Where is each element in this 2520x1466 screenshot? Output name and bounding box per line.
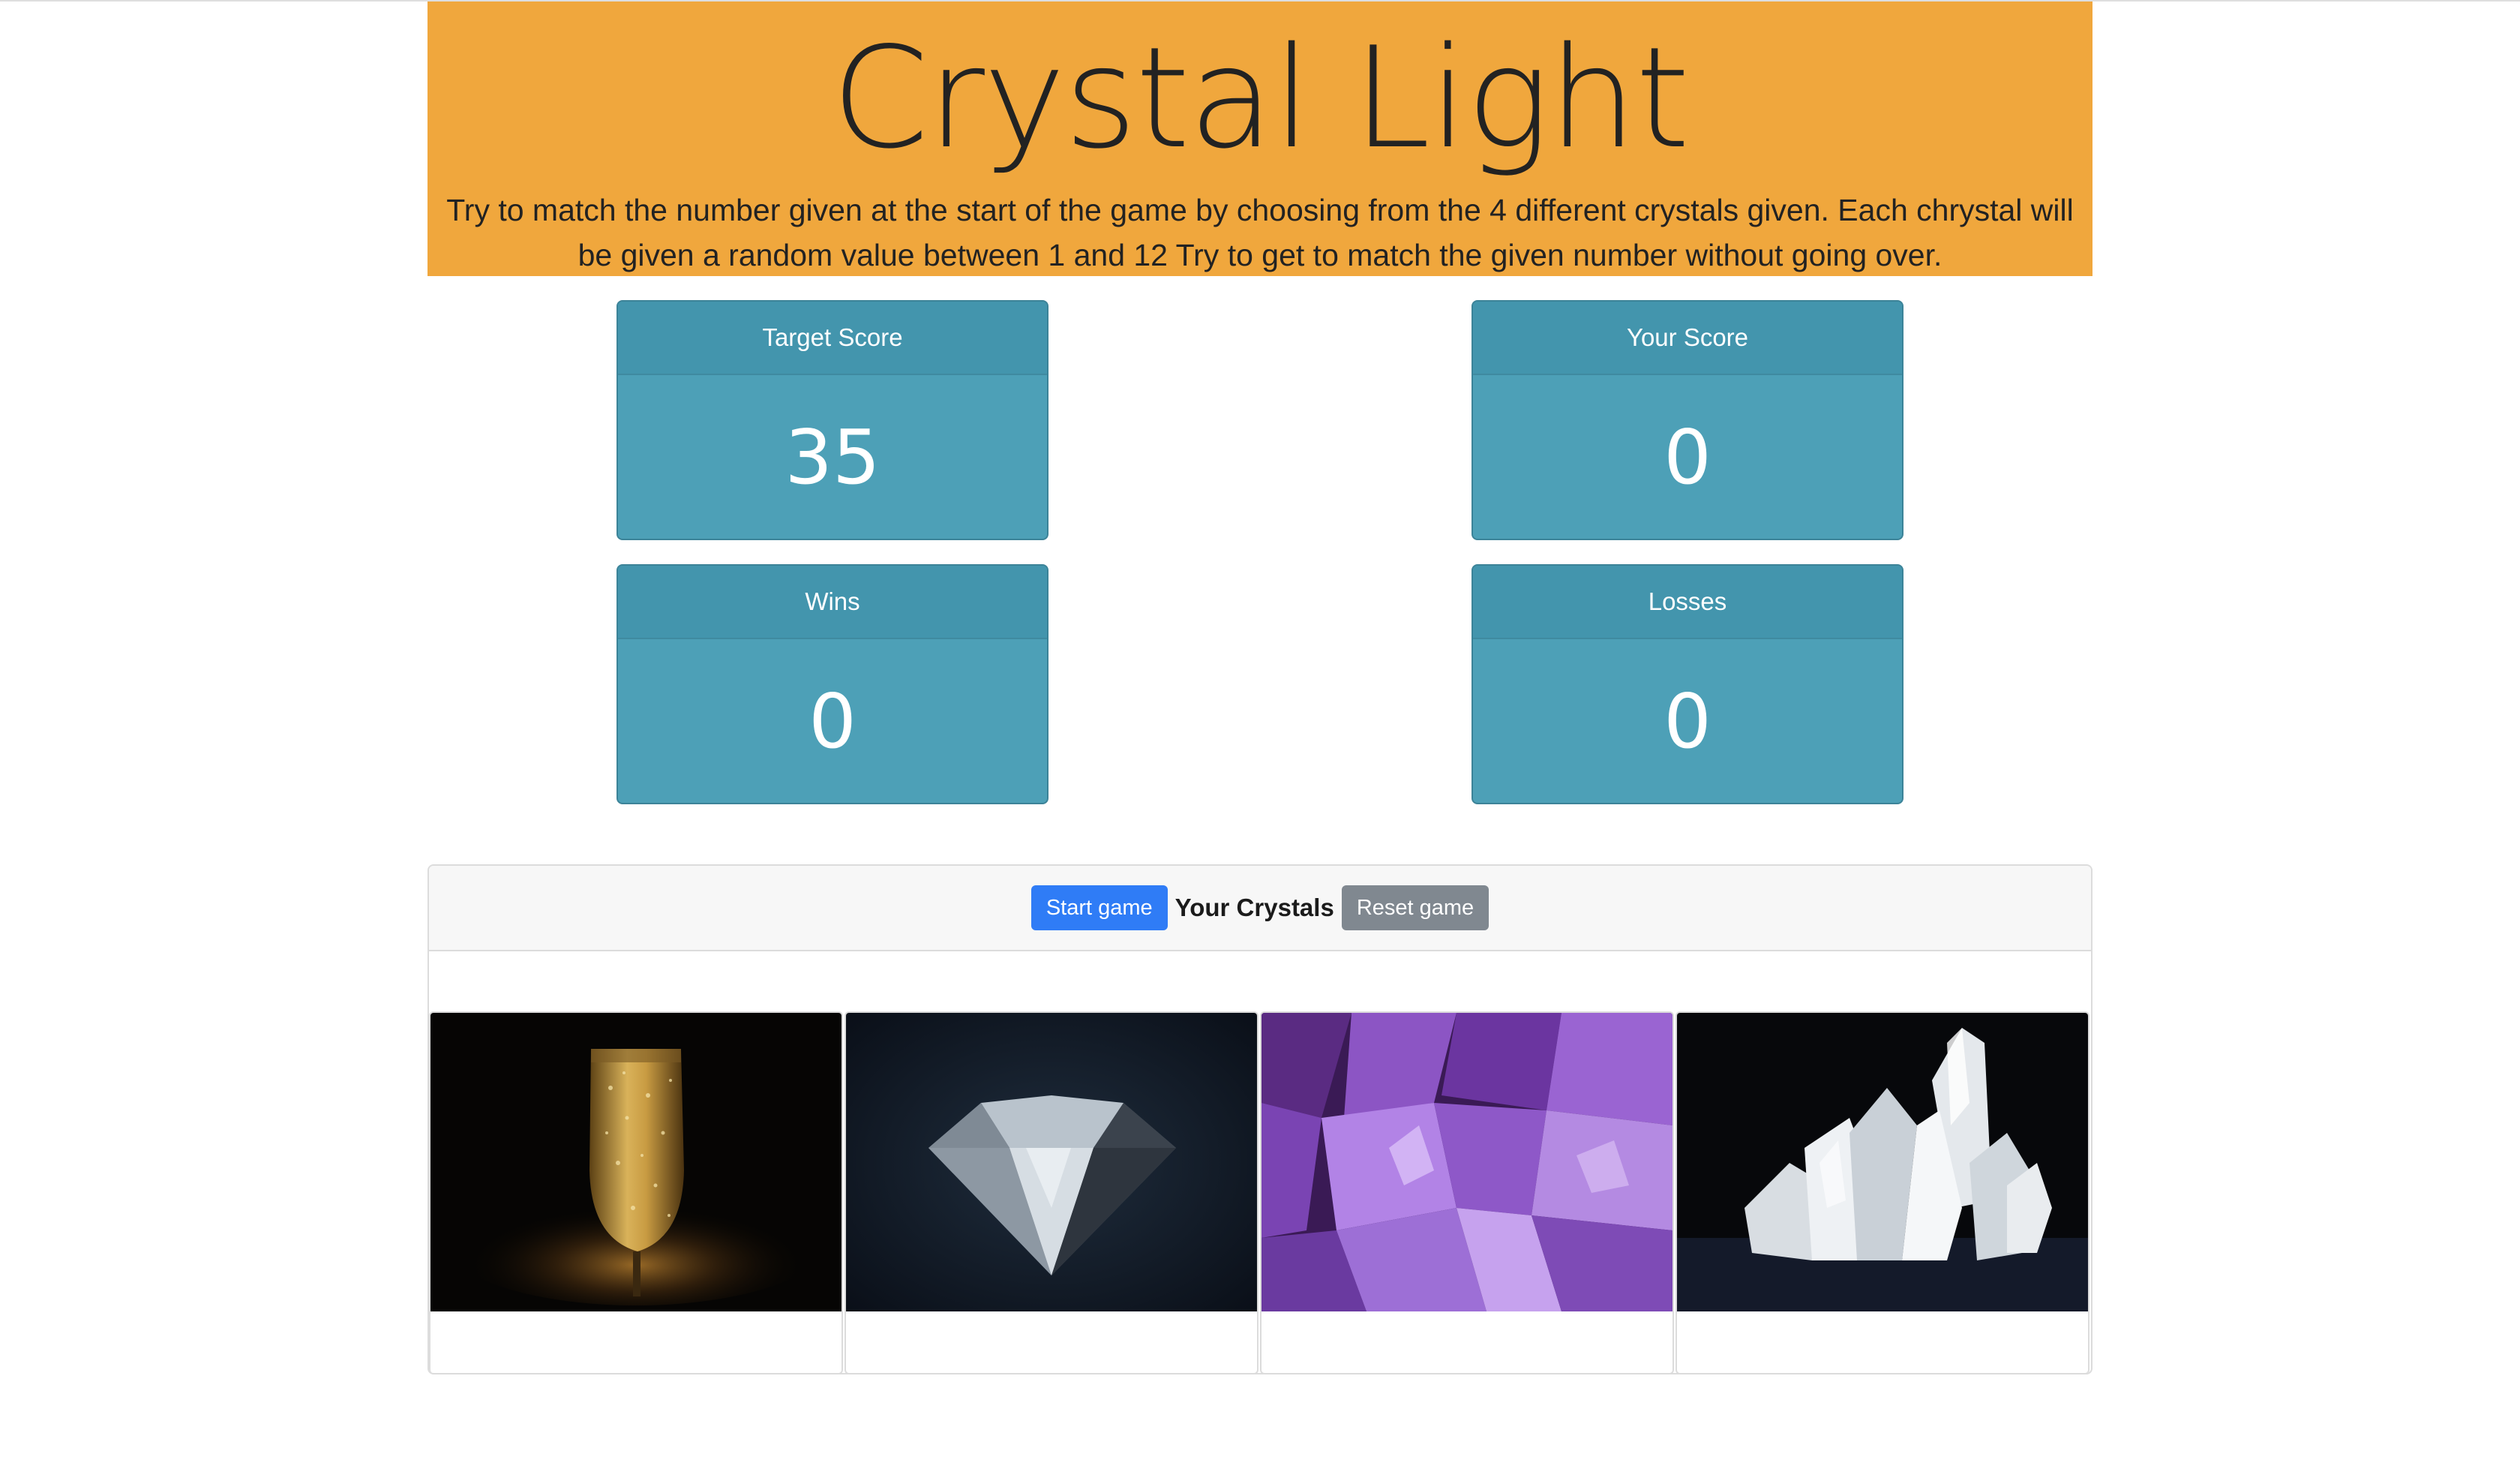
crystals-panel-header: Start game Your Crystals Reset game — [429, 866, 2091, 951]
wins-value: 0 — [808, 677, 856, 765]
target-score-card: Target Score 35 — [616, 300, 1048, 540]
losses-value: 0 — [1664, 677, 1712, 765]
wins-label: Wins — [618, 566, 1047, 639]
diamond-image — [846, 1013, 1257, 1311]
quartz-cluster-image — [1677, 1013, 2088, 1311]
start-game-button[interactable]: Start game — [1030, 885, 1168, 930]
wins-card: Wins 0 — [616, 564, 1048, 804]
reset-game-button[interactable]: Reset game — [1341, 885, 1490, 930]
losses-label: Losses — [1473, 566, 1902, 639]
target-score-value: 35 — [784, 413, 880, 501]
jumbotron-header: Crystal Light Try to match the number gi… — [428, 2, 2092, 276]
crystal-button-2[interactable] — [844, 1011, 1258, 1373]
crystal-row — [429, 1011, 2091, 1373]
target-score-label: Target Score — [618, 302, 1047, 375]
crystal-button-1[interactable] — [429, 1011, 843, 1373]
champagne-glass-image — [430, 1013, 842, 1311]
your-score-value: 0 — [1664, 413, 1712, 501]
page-title: Crystal Light — [831, 17, 1690, 179]
your-score-card: Your Score 0 — [1472, 300, 1904, 540]
crystal-button-3[interactable] — [1260, 1011, 1674, 1373]
your-score-label: Your Score — [1473, 302, 1902, 375]
game-instructions: Try to match the number given at the sta… — [446, 193, 2074, 272]
losses-card: Losses 0 — [1472, 564, 1904, 804]
crystal-button-4[interactable] — [1676, 1011, 2090, 1373]
crystals-panel: Start game Your Crystals Reset game — [428, 864, 2092, 1374]
amethyst-image — [1262, 1013, 1672, 1311]
crystals-panel-title: Your Crystals — [1174, 894, 1334, 921]
